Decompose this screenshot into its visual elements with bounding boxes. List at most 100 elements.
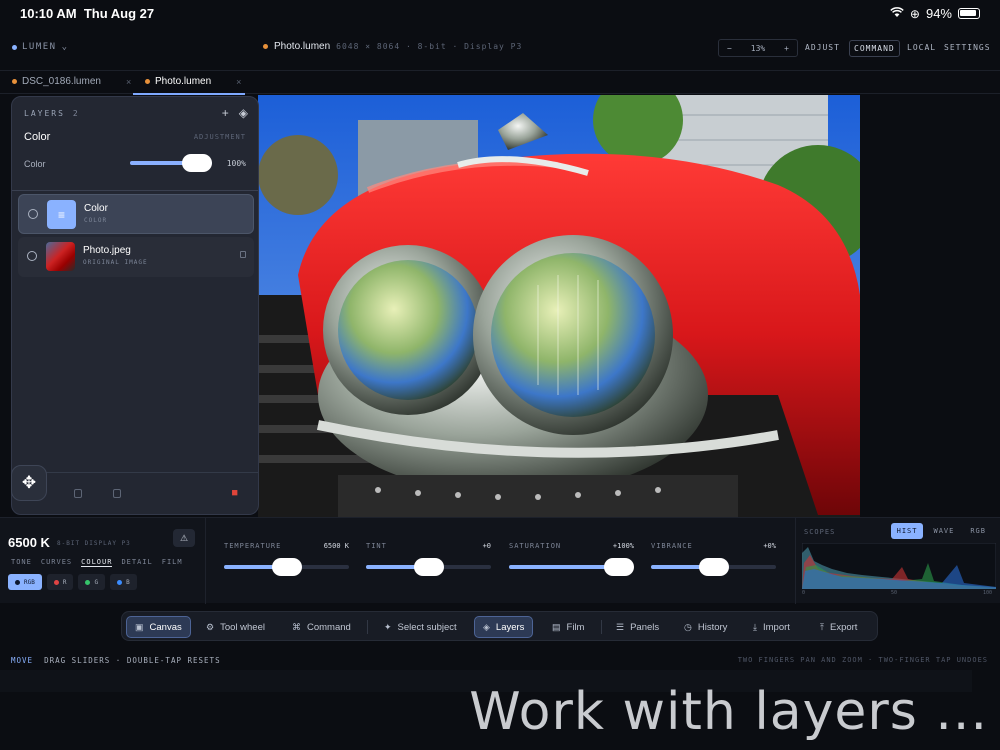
ios-status-bar: 10:10 AM Thu Aug 27 ⊕ 94% bbox=[0, 0, 1000, 28]
tab-dsc-0186[interactable]: DSC_0186.lumen × bbox=[12, 76, 131, 87]
channel-chip-b[interactable]: B bbox=[110, 574, 137, 590]
panels-icon: ☰ bbox=[616, 621, 625, 632]
stack-icon[interactable]: ◈ bbox=[239, 106, 248, 120]
slider-value: 6500 K bbox=[323, 542, 349, 550]
visibility-icon[interactable] bbox=[27, 251, 37, 261]
adjust-button[interactable]: ADJUST bbox=[805, 43, 840, 52]
layers-actions: + ◈ bbox=[222, 106, 248, 120]
scope-tab-rgb[interactable]: RGB bbox=[964, 523, 992, 539]
adjustment-strip: 6500 K 8-BIT DISPLAY P3 ⚠ TONE CURVES CO… bbox=[0, 517, 1000, 604]
channel-dot bbox=[117, 579, 123, 585]
scope-tab-wave[interactable]: WAVE bbox=[927, 523, 960, 539]
canvas-button[interactable]: ▣ Canvas bbox=[126, 616, 191, 638]
chevron-down-icon: ⌄ bbox=[61, 42, 69, 52]
import-button[interactable]: ⤓ Import bbox=[745, 616, 798, 638]
command-button[interactable]: COMMAND bbox=[849, 40, 900, 57]
channel-chip-rgb[interactable]: RGB bbox=[8, 574, 42, 590]
divider bbox=[205, 518, 206, 604]
photo-red-car-headlights[interactable] bbox=[258, 95, 860, 517]
subtab-curves[interactable]: CURVES bbox=[41, 558, 72, 567]
photo-thumb bbox=[46, 242, 75, 271]
layers-panel: LAYERS 2 + ◈ Color ADJUSTMENT Color 100% … bbox=[11, 96, 259, 515]
brand-name: LUMEN bbox=[22, 42, 57, 52]
histogram bbox=[802, 543, 996, 589]
add-layer-icon[interactable]: + bbox=[222, 106, 229, 120]
slider-knob[interactable] bbox=[414, 558, 444, 576]
battery-icon bbox=[958, 8, 980, 19]
settings-button[interactable]: SETTINGS bbox=[944, 43, 991, 52]
close-icon[interactable]: × bbox=[236, 77, 241, 87]
unsaved-dot bbox=[263, 44, 268, 49]
slider-knob[interactable] bbox=[699, 558, 729, 576]
tool-wheel-button[interactable]: ⚙ Tool wheel bbox=[198, 616, 273, 638]
tool-label: Tool wheel bbox=[220, 621, 265, 633]
export-button[interactable]: ⤒ Export bbox=[812, 616, 865, 638]
layers-footer: ■ bbox=[12, 472, 258, 514]
tab-photo[interactable]: Photo.lumen × bbox=[145, 76, 241, 87]
subtab-tone[interactable]: TONE bbox=[11, 558, 32, 567]
scope-tab-hist[interactable]: HIST bbox=[890, 523, 924, 539]
gesture-hint-left: MOVE DRAG SLIDERS · DOUBLE-TAP RESETS bbox=[11, 656, 221, 665]
tool-label: Film bbox=[566, 621, 585, 633]
visibility-icon[interactable] bbox=[28, 209, 38, 219]
zoom-value: 13% bbox=[750, 43, 766, 53]
opacity-slider-knob[interactable] bbox=[182, 154, 212, 172]
command-tool-button[interactable]: ⌘ Command bbox=[284, 616, 359, 638]
promo-caption: Work with layers ... bbox=[469, 682, 988, 742]
bottom-toolbar: ▣ Canvas ⚙ Tool wheel ⌘ Command ✦ Select sub… bbox=[121, 611, 878, 641]
lock-icon[interactable] bbox=[240, 251, 246, 258]
menu-lines-icon: ≡ bbox=[57, 207, 65, 222]
tab-dot bbox=[12, 79, 17, 84]
tool-label: Canvas bbox=[149, 621, 182, 633]
film-button[interactable]: ▤ Film bbox=[544, 616, 592, 638]
scopes-panel: SCOPES HIST WAVE RGB 0 50 100 bbox=[795, 518, 1000, 604]
mask-icon[interactable] bbox=[74, 489, 82, 498]
app-header: LUMEN ⌄ Photo.lumen 6048 × 8064 · 8-bit … bbox=[0, 34, 1000, 64]
select-subject-button[interactable]: ✦ Select subject bbox=[376, 616, 465, 638]
zoom-out-button[interactable]: − bbox=[727, 44, 732, 53]
trash-icon[interactable]: ■ bbox=[231, 487, 238, 499]
hist-axis-label: 100 bbox=[983, 590, 993, 596]
subtab-detail[interactable]: DETAIL bbox=[121, 558, 152, 567]
hint-mode: MOVE bbox=[11, 656, 34, 665]
zoom-in-button[interactable]: + bbox=[784, 44, 789, 53]
move-tool-button[interactable]: ✥ bbox=[11, 465, 47, 501]
subtab-film[interactable]: FILM bbox=[162, 558, 183, 567]
command-icon: ⌘ bbox=[292, 621, 301, 632]
slider-knob[interactable] bbox=[604, 558, 634, 576]
brand-menu[interactable]: LUMEN ⌄ bbox=[12, 42, 69, 52]
subtab-colour[interactable]: COLOUR bbox=[81, 558, 113, 567]
channel-chip-g[interactable]: G bbox=[78, 574, 106, 590]
import-icon: ⤓ bbox=[753, 621, 757, 632]
layer-subtitle: ORIGINAL IMAGE bbox=[83, 259, 148, 266]
adjustment-title: Color bbox=[24, 131, 51, 143]
scope-tabs: HIST WAVE RGB bbox=[890, 523, 992, 539]
adjust-subtabs: TONE CURVES COLOUR DETAIL FILM bbox=[11, 558, 183, 567]
slider-knob[interactable] bbox=[272, 558, 302, 576]
warning-icon[interactable]: ⚠ bbox=[173, 529, 195, 547]
tool-label: Layers bbox=[495, 621, 525, 633]
battery-percent: 94% bbox=[925, 6, 952, 21]
history-button[interactable]: ◷ History bbox=[676, 616, 735, 638]
duplicate-icon[interactable] bbox=[113, 489, 121, 498]
channel-label: G bbox=[94, 578, 99, 586]
channel-label: RGB bbox=[24, 578, 35, 586]
color-profile-meta: 8-BIT DISPLAY P3 bbox=[57, 540, 131, 547]
slider-label: TEMPERATURE bbox=[224, 542, 282, 550]
channel-chip-r[interactable]: R bbox=[46, 574, 74, 590]
layers-button[interactable]: ◈ Layers bbox=[474, 616, 534, 638]
local-button[interactable]: LOCAL bbox=[907, 43, 936, 52]
film-icon: ▤ bbox=[552, 621, 561, 632]
layer-row-photo[interactable]: Photo.jpeg ORIGINAL IMAGE bbox=[18, 237, 254, 277]
panels-button[interactable]: ☰ Panels bbox=[608, 616, 667, 638]
channel-dot bbox=[85, 579, 91, 585]
close-icon[interactable]: × bbox=[126, 77, 131, 87]
slider-label: TINT bbox=[366, 542, 387, 550]
slider-value: +100% bbox=[612, 542, 634, 550]
adjustment-thumb: ≡ bbox=[47, 200, 76, 229]
tool-label: Import bbox=[762, 621, 790, 633]
document-meta: 6048 × 8064 · 8-bit · Display P3 bbox=[336, 42, 523, 51]
brand-dot bbox=[12, 44, 17, 50]
layers-count: 2 bbox=[72, 109, 80, 118]
layer-row-color[interactable]: ≡ Color COLOR bbox=[18, 194, 254, 234]
